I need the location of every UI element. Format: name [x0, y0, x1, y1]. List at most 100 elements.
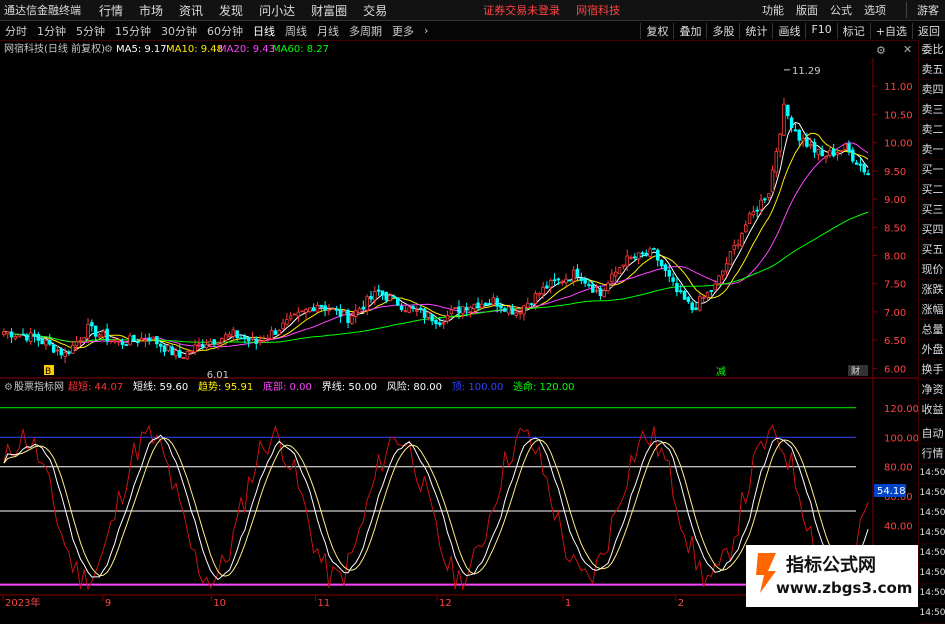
login-notice[interactable]: 证券交易未登录 [475, 2, 568, 18]
right-tab-lower-1[interactable]: 行情 [919, 444, 945, 464]
right-tab-5[interactable]: 卖一 [919, 140, 945, 160]
period-monthly[interactable]: 月线 [312, 23, 344, 39]
chart-area[interactable]: 网宿科技(日线 前复权) ⚙ MA5: 9.17 MA10: 9.48 MA20… [0, 40, 918, 609]
price-tick-label: 6.00 [884, 364, 906, 375]
candle-body [434, 319, 438, 325]
period-5min[interactable]: 5分钟 [71, 23, 110, 39]
watermark-line1: 指标公式网 [786, 555, 876, 576]
candle-body [55, 349, 60, 352]
candle-body [709, 290, 714, 292]
high-price-label: 11.29 [792, 66, 821, 77]
period-1min[interactable]: 1分钟 [32, 23, 71, 39]
candle-body [464, 306, 469, 311]
right-tab-2[interactable]: 卖四 [919, 80, 945, 100]
candle-body [510, 307, 515, 315]
candle-body [243, 336, 247, 340]
right-tab-8[interactable]: 买三 [919, 200, 945, 220]
candle-body [824, 156, 828, 159]
candle-body [495, 298, 499, 307]
period-15min[interactable]: 15分钟 [110, 23, 156, 39]
tool-multi-stock[interactable]: 多股 [706, 22, 739, 39]
candle-body [155, 336, 159, 345]
period-daily[interactable]: 日线 [248, 23, 280, 39]
right-tab-lower-8: 14:50 [919, 584, 945, 604]
candle-body [854, 162, 859, 165]
candle-body [560, 281, 564, 284]
right-tab-9[interactable]: 买四 [919, 220, 945, 240]
indicator-item-3: 底部: 0.00 [263, 380, 312, 393]
watermark: 指标公式网 www.zbgs3.com [746, 545, 918, 607]
period-more[interactable]: 更多 [387, 23, 419, 39]
right-tab-3[interactable]: 卖三 [919, 100, 945, 120]
candle-body [120, 342, 125, 345]
candle-body [778, 133, 782, 152]
menu-quotes[interactable]: 行情 [91, 2, 131, 19]
menu-function[interactable]: 功能 [756, 2, 790, 18]
right-tab-15[interactable]: 外盘 [919, 340, 945, 360]
right-tab-1[interactable]: 卖五 [919, 60, 945, 80]
right-tab-lower-5: 14:50 [919, 524, 945, 544]
indicator-settings-icon[interactable]: ⚙ [4, 382, 13, 393]
right-tab-0[interactable]: 委比 [919, 40, 945, 60]
gear-icon[interactable]: ⚙ [876, 44, 886, 57]
candle-body [610, 273, 614, 282]
menu-market[interactable]: 市场 [131, 2, 171, 19]
period-bar: 分时 1分钟 5分钟 15分钟 30分钟 60分钟 日线 周线 月线 多周期 更… [0, 21, 945, 41]
right-tab-6[interactable]: 买一 [919, 160, 945, 180]
menu-wealth[interactable]: 财富圈 [303, 2, 355, 19]
period-weekly[interactable]: 周线 [280, 23, 312, 39]
period-multi[interactable]: 多周期 [344, 23, 387, 39]
candle-body [682, 290, 687, 300]
tool-draw[interactable]: 画线 [772, 22, 805, 39]
guest-label[interactable]: 游客 [906, 2, 945, 18]
right-tab-17[interactable]: 净资 [919, 380, 945, 400]
right-tab-11[interactable]: 现价 [919, 260, 945, 280]
right-tab-7[interactable]: 买二 [919, 180, 945, 200]
candle-body [793, 129, 798, 132]
candle-body [204, 344, 209, 349]
candle-body [858, 163, 863, 166]
tool-back[interactable]: 返回 [912, 22, 945, 39]
right-tab-10[interactable]: 买五 [919, 240, 945, 260]
candle-body [843, 143, 847, 150]
tool-overlay[interactable]: 叠加 [673, 22, 706, 39]
candle-body [529, 303, 534, 306]
menu-news[interactable]: 资讯 [171, 2, 211, 19]
tool-adjust[interactable]: 复权 [640, 22, 673, 39]
right-tab-4[interactable]: 卖二 [919, 120, 945, 140]
right-tab-lower-0[interactable]: 自动 [919, 424, 945, 444]
right-tab-14[interactable]: 总量 [919, 320, 945, 340]
period-60min[interactable]: 60分钟 [202, 23, 248, 39]
menu-formula[interactable]: 公式 [824, 2, 858, 18]
tool-f10[interactable]: F10 [805, 22, 836, 39]
tool-add-watchlist[interactable]: +自选 [869, 22, 912, 39]
menu-ask[interactable]: 问小达 [251, 2, 303, 19]
candle-body [178, 350, 182, 358]
price-tick-label: 7.00 [884, 308, 906, 319]
close-icon[interactable]: ✕ [903, 43, 912, 56]
chevron-right-icon[interactable]: › [419, 24, 433, 37]
candle-body [201, 344, 205, 348]
menu-layout[interactable]: 版面 [790, 2, 824, 18]
tool-mark[interactable]: 标记 [836, 22, 870, 39]
candle-body [139, 337, 144, 341]
tool-stats[interactable]: 统计 [739, 22, 772, 39]
right-tab-13[interactable]: 涨幅 [919, 300, 945, 320]
period-30min[interactable]: 30分钟 [156, 23, 202, 39]
candle-body [2, 331, 6, 335]
candlesticks [2, 97, 870, 363]
candle-body [820, 150, 824, 157]
right-tab-16[interactable]: 换手 [919, 360, 945, 380]
right-tab-18[interactable]: 收益 [919, 400, 945, 420]
menu-options[interactable]: 选项 [858, 2, 892, 18]
candle-body [407, 306, 411, 313]
right-tab-lower-3: 14:50 [919, 484, 945, 504]
menu-discover[interactable]: 发现 [211, 2, 251, 19]
settings-icon[interactable]: ⚙ [104, 44, 113, 55]
candle-body [831, 148, 836, 157]
candle-body [36, 333, 41, 341]
period-intraday[interactable]: 分时 [0, 23, 32, 39]
menu-trade[interactable]: 交易 [355, 2, 395, 19]
candle-body [170, 346, 174, 356]
right-tab-12[interactable]: 涨跌 [919, 280, 945, 300]
